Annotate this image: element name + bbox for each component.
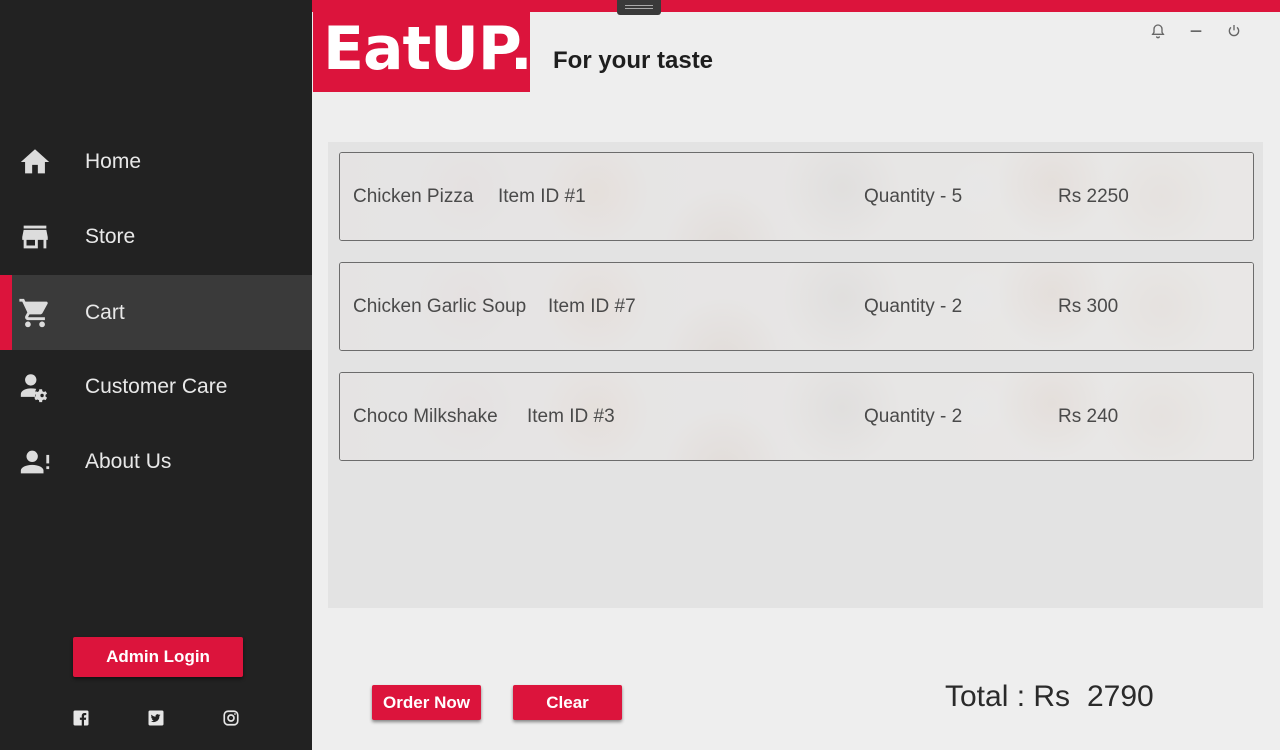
user-gear-icon — [17, 369, 53, 405]
item-price: Rs 240 — [1058, 405, 1119, 427]
cart-item-row[interactable]: Chicken Garlic Soup Item ID #7 Quantity … — [339, 262, 1254, 351]
sidebar-item-about-us[interactable]: About Us — [0, 424, 312, 499]
instagram-icon[interactable] — [222, 709, 240, 727]
sidebar-item-customer-care[interactable]: Customer Care — [0, 349, 312, 424]
title-bar — [312, 0, 1280, 12]
item-id: Item ID #7 — [548, 295, 636, 317]
item-name: Chicken Garlic Soup — [353, 295, 527, 317]
drag-handle[interactable] — [617, 0, 661, 15]
brand-name: EatUP. — [323, 14, 533, 84]
sidebar-item-label: Home — [85, 149, 142, 173]
bell-icon[interactable] — [1148, 21, 1168, 41]
total-value: 2790 — [1087, 680, 1154, 713]
user-alert-icon — [17, 444, 53, 480]
total-label: Total : Rs — [945, 680, 1071, 713]
sidebar: Home Store Cart Customer Care About Us A… — [0, 0, 312, 750]
store-icon — [17, 219, 53, 255]
power-icon[interactable] — [1224, 21, 1244, 41]
item-quantity: Quantity - 2 — [864, 405, 963, 427]
sidebar-item-label: About Us — [85, 449, 172, 473]
twitter-icon[interactable] — [147, 709, 165, 727]
sidebar-item-label: Cart — [85, 300, 125, 324]
sidebar-item-label: Customer Care — [85, 374, 228, 398]
item-id: Item ID #3 — [527, 405, 615, 427]
minimize-icon[interactable] — [1186, 21, 1206, 41]
admin-login-button[interactable]: Admin Login — [73, 637, 243, 677]
cart-item-row[interactable]: Choco Milkshake Item ID #3 Quantity - 2 … — [339, 372, 1254, 461]
sidebar-item-store[interactable]: Store — [0, 199, 312, 274]
item-quantity: Quantity - 5 — [864, 185, 963, 207]
order-now-button[interactable]: Order Now — [372, 685, 481, 720]
clear-button[interactable]: Clear — [513, 685, 622, 720]
cart-icon — [17, 295, 53, 331]
item-price: Rs 2250 — [1058, 185, 1129, 207]
item-id: Item ID #1 — [498, 185, 586, 207]
item-price: Rs 300 — [1058, 295, 1119, 317]
home-icon — [17, 144, 53, 180]
item-name: Chicken Pizza — [353, 185, 474, 207]
brand-logo: EatUP. — [313, 12, 533, 92]
item-name: Choco Milkshake — [353, 405, 498, 427]
sidebar-item-cart[interactable]: Cart — [0, 275, 312, 350]
item-quantity: Quantity - 2 — [864, 295, 963, 317]
cart-item-row[interactable]: Chicken Pizza Item ID #1 Quantity - 5 Rs… — [339, 152, 1254, 241]
facebook-icon[interactable] — [72, 709, 90, 727]
sidebar-item-home[interactable]: Home — [0, 124, 312, 199]
sidebar-item-label: Store — [85, 224, 136, 248]
tagline: For your taste — [553, 47, 714, 74]
